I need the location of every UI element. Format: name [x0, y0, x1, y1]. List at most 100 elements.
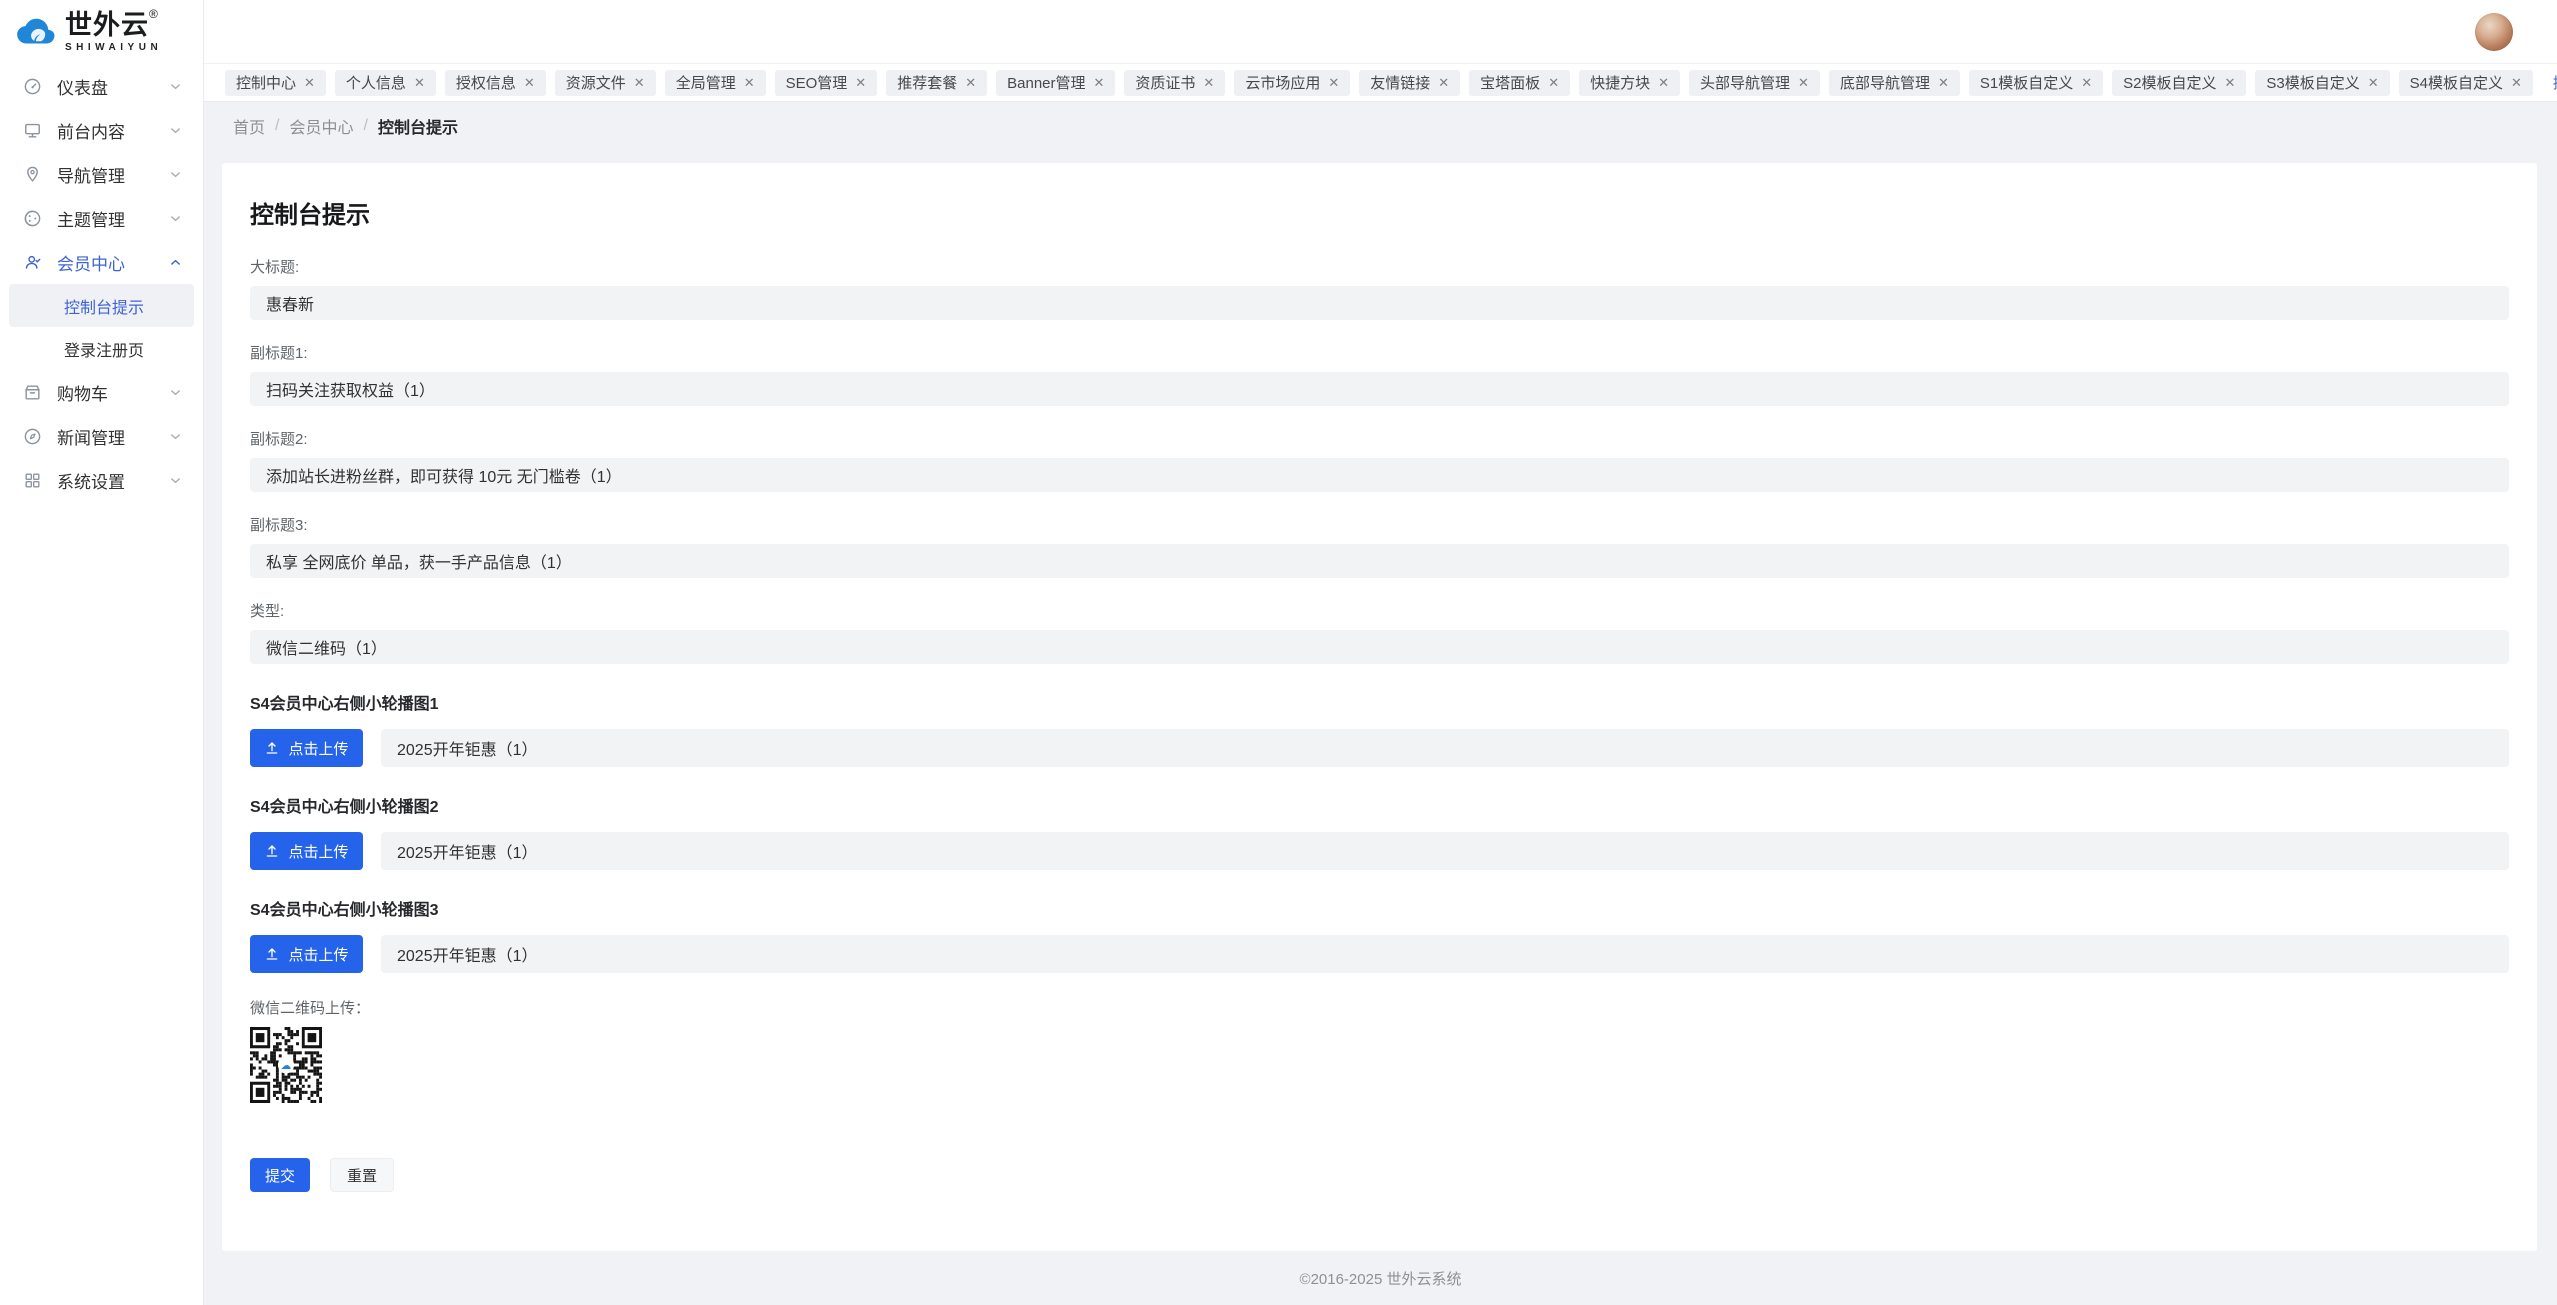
chevron-icon: [168, 79, 183, 94]
chevron-icon: [168, 429, 183, 444]
input-value: 扫码关注获取权益（1）: [266, 377, 435, 401]
sidebar-item[interactable]: 主题管理: [0, 196, 203, 240]
tab[interactable]: 个人信息 ✕: [335, 70, 436, 96]
sidebar-item-icon: [23, 209, 42, 228]
text-input[interactable]: 惠春新: [250, 286, 2509, 320]
tab[interactable]: 友情链接 ✕: [1359, 70, 1460, 96]
sidebar-item-icon: [23, 77, 42, 96]
form-field: 大标题: 惠春新: [250, 256, 2509, 320]
tab[interactable]: 推荐套餐 ✕: [886, 70, 987, 96]
form-field: 副标题1: 扫码关注获取权益（1）: [250, 342, 2509, 406]
tab[interactable]: SEO管理 ✕: [775, 70, 878, 96]
sidebar-item[interactable]: 仪表盘: [0, 64, 203, 108]
close-tab-icon[interactable]: ✕: [1328, 76, 1339, 89]
tab[interactable]: 资源文件 ✕: [555, 70, 656, 96]
chevron-icon: [168, 167, 183, 182]
tab[interactable]: 云市场应用 ✕: [1234, 70, 1350, 96]
sidebar-item[interactable]: 导航管理: [0, 152, 203, 196]
chevron-icon: [168, 385, 183, 400]
close-tab-icon[interactable]: ✕: [1438, 76, 1449, 89]
field-label: 类型:: [250, 600, 2509, 621]
close-tab-icon[interactable]: ✕: [2224, 76, 2235, 89]
tab[interactable]: S2模板自定义 ✕: [2112, 70, 2246, 96]
close-tab-icon[interactable]: ✕: [304, 76, 315, 89]
upload-section-label: S4会员中心右侧小轮播图3: [250, 896, 2509, 920]
tab[interactable]: S1模板自定义 ✕: [1969, 70, 2103, 96]
sidebar-subitem[interactable]: 登录注册页: [9, 327, 194, 370]
field-label: 副标题2:: [250, 428, 2509, 449]
breadcrumb-separator: /: [363, 117, 367, 135]
upload-button[interactable]: 点击上传: [250, 729, 363, 767]
tab[interactable]: 授权信息 ✕: [445, 70, 546, 96]
qrcode-label: 微信二维码上传：: [250, 997, 2509, 1018]
text-input[interactable]: 扫码关注获取权益（1）: [250, 372, 2509, 406]
close-tab-icon[interactable]: ✕: [1658, 76, 1669, 89]
close-tab-icon[interactable]: ✕: [1094, 76, 1105, 89]
upload-filename-input[interactable]: 2025开年钜惠（1）: [381, 935, 2509, 973]
close-tab-icon[interactable]: ✕: [1548, 76, 1559, 89]
sidebar-item[interactable]: 新闻管理: [0, 414, 203, 458]
sidebar-item[interactable]: 前台内容: [0, 108, 203, 152]
close-tab-icon[interactable]: ✕: [524, 76, 535, 89]
upload-section-label: S4会员中心右侧小轮播图1: [250, 690, 2509, 714]
upload-section: S4会员中心右侧小轮播图1 点击上传 2025开年钜惠（1）: [250, 690, 2509, 767]
upload-button[interactable]: 点击上传: [250, 935, 363, 973]
upload-button[interactable]: 点击上传: [250, 832, 363, 870]
brand-logo: 世外云® SHIWAIYUN: [0, 0, 203, 64]
chevron-icon: [168, 473, 183, 488]
user-avatar[interactable]: [2475, 13, 2513, 51]
tab-bar: 控制中心 ✕ 个人信息 ✕ 授权信息 ✕ 资源文件 ✕: [204, 64, 2557, 102]
close-tab-icon[interactable]: ✕: [414, 76, 425, 89]
close-tab-icon[interactable]: ✕: [744, 76, 755, 89]
field-label: 大标题:: [250, 256, 2509, 277]
sidebar-item-icon: [23, 471, 42, 490]
tab[interactable]: 头部导航管理 ✕: [1689, 70, 1820, 96]
tab[interactable]: S4模板自定义 ✕: [2399, 70, 2533, 96]
close-tab-icon[interactable]: ✕: [1203, 76, 1214, 89]
submit-button[interactable]: 提交: [250, 1158, 310, 1192]
tab[interactable]: 底部导航管理 ✕: [1829, 70, 1960, 96]
upload-sections: S4会员中心右侧小轮播图1 点击上传 2025开年钜惠（1）: [250, 690, 2509, 973]
text-input[interactable]: 添加站长进粉丝群，即可获得 10元 无门槛卷（1）: [250, 458, 2509, 492]
upload-icon: [264, 946, 280, 962]
close-tab-icon[interactable]: ✕: [634, 76, 645, 89]
form-field: 副标题3: 私享 全网底价 单品，获一手产品信息（1）: [250, 514, 2509, 578]
tab[interactable]: 全局管理 ✕: [665, 70, 766, 96]
tab[interactable]: 控制中心 ✕: [225, 70, 326, 96]
close-tab-icon[interactable]: ✕: [965, 76, 976, 89]
close-tab-icon[interactable]: ✕: [855, 76, 866, 89]
tab[interactable]: 控制台提示 ✕: [2542, 70, 2557, 96]
brand-subtitle: SHIWAIYUN: [65, 43, 162, 53]
breadcrumb-section[interactable]: 会员中心: [289, 114, 353, 138]
close-tab-icon[interactable]: ✕: [2081, 76, 2092, 89]
breadcrumb-home[interactable]: 首页: [233, 114, 265, 138]
sidebar-item-icon: [23, 165, 42, 184]
close-tab-icon[interactable]: ✕: [2368, 76, 2379, 89]
sidebar-item[interactable]: 系统设置: [0, 458, 203, 502]
tab[interactable]: S3模板自定义 ✕: [2255, 70, 2389, 96]
chevron-icon: [168, 255, 183, 270]
breadcrumb: 首页 / 会员中心 / 控制台提示: [204, 102, 2557, 150]
upload-icon: [264, 843, 280, 859]
text-input[interactable]: 私享 全网底价 单品，获一手产品信息（1）: [250, 544, 2509, 578]
brand-cloud-icon: [12, 14, 58, 50]
text-input[interactable]: 微信二维码（1）: [250, 630, 2509, 664]
upload-filename-input[interactable]: 2025开年钜惠（1）: [381, 832, 2509, 870]
sidebar-subitem[interactable]: 控制台提示: [9, 284, 194, 327]
sidebar-item[interactable]: 会员中心: [0, 240, 203, 284]
tab[interactable]: Banner管理 ✕: [996, 70, 1115, 96]
tab[interactable]: 快捷方块 ✕: [1579, 70, 1680, 96]
sidebar-item-icon: [23, 427, 42, 446]
close-tab-icon[interactable]: ✕: [2511, 76, 2522, 89]
breadcrumb-separator: /: [275, 117, 279, 135]
close-tab-icon[interactable]: ✕: [1938, 76, 1949, 89]
close-tab-icon[interactable]: ✕: [1798, 76, 1809, 89]
sidebar-item[interactable]: 购物车: [0, 370, 203, 414]
upload-filename-input[interactable]: 2025开年钜惠（1）: [381, 729, 2509, 767]
footer-copyright: ©2016-2025 世外云系统: [204, 1251, 2557, 1305]
tab[interactable]: 宝塔面板 ✕: [1469, 70, 1570, 96]
form-card: 控制台提示 大标题: 惠春新 副标题1:: [222, 163, 2537, 1251]
tab[interactable]: 资质证书 ✕: [1124, 70, 1225, 96]
upload-icon: [264, 740, 280, 756]
reset-button[interactable]: 重置: [330, 1158, 394, 1192]
